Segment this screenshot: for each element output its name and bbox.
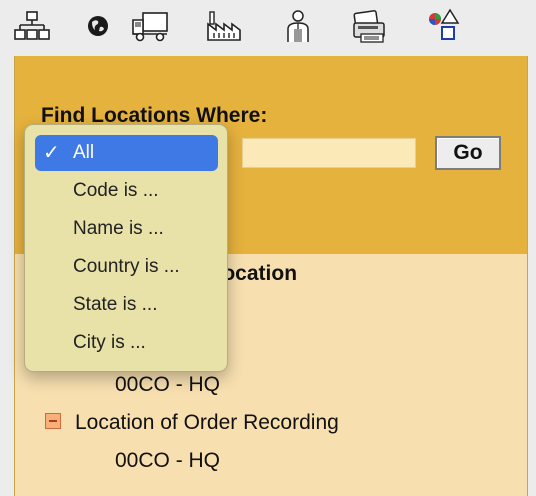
filter-dropdown-menu[interactable]: ✓ All Code is ... Name is ... Country is… [24, 124, 228, 372]
dropdown-option-state[interactable]: State is ... [35, 287, 218, 323]
go-button[interactable]: Go [435, 136, 501, 170]
hierarchy-icon[interactable] [12, 6, 52, 46]
truck-icon[interactable] [130, 6, 170, 46]
globe-icon[interactable] [78, 6, 118, 46]
printer-icon[interactable] [350, 6, 390, 46]
option-label: All [73, 142, 95, 163]
dropdown-option-country[interactable]: Country is ... [35, 249, 218, 285]
toolbar [0, 0, 536, 54]
collapse-icon[interactable] [45, 413, 61, 429]
shapes-icon[interactable] [424, 6, 464, 46]
location-value: 00CO - HQ [115, 373, 221, 396]
dropdown-option-code[interactable]: Code is ... [35, 173, 218, 209]
option-label: Country is ... [73, 256, 180, 277]
option-label: Code is ... [73, 180, 159, 201]
search-input[interactable] [242, 138, 416, 168]
order-recording-label: Location of Order Recording [75, 411, 339, 434]
order-recording-value: 00CO - HQ [115, 449, 221, 472]
factory-icon[interactable] [204, 6, 244, 46]
dropdown-option-city[interactable]: City is ... [35, 325, 218, 361]
option-label: State is ... [73, 294, 158, 315]
option-label: City is ... [73, 332, 146, 353]
person-icon[interactable] [278, 6, 318, 46]
option-label: Name is ... [73, 218, 164, 239]
dropdown-option-name[interactable]: Name is ... [35, 211, 218, 247]
dropdown-option-all[interactable]: ✓ All [35, 135, 218, 171]
checkmark-icon: ✓ [43, 142, 60, 164]
